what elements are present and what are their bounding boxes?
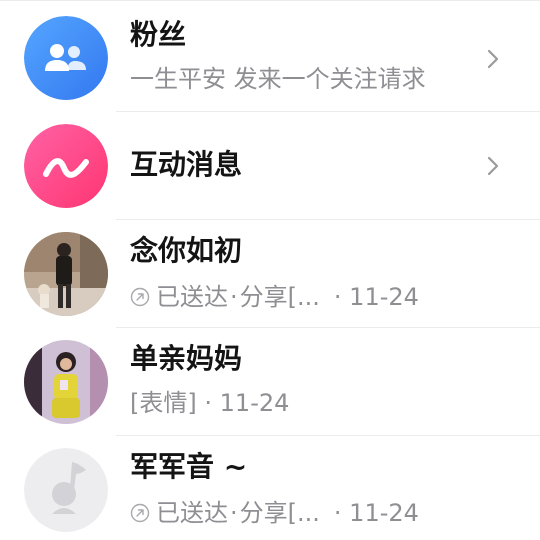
timestamp: 11-24 [349,283,419,311]
delivery-status: 已送达 [156,499,228,527]
time-prefix: · [204,389,213,417]
row-subtitle: [表情] · 11-24 [130,388,289,418]
sent-status-icon [130,503,150,523]
avatar [24,340,108,424]
list-item-interaction[interactable]: 互动消息 [0,112,540,220]
row-subtitle: 已送达·分享[... · 11-24 [130,498,419,528]
row-title: 单亲妈妈 [130,342,243,375]
chevron-right-icon [487,49,499,69]
time-prefix: · [333,499,342,527]
interaction-icon [24,124,108,208]
row-title: 互动消息 [130,148,243,181]
row-title: 粉丝 [130,18,187,51]
sent-status-icon [130,287,150,307]
delivery-status: 已送达 [156,283,228,311]
message-preview: 分享[... [239,499,320,527]
list-item-chat[interactable]: 单亲妈妈 [表情] · 11-24 [0,328,540,436]
separator: · [230,499,238,527]
message-preview: [表情] [130,389,197,417]
top-divider [0,0,540,1]
time-prefix: · [333,283,342,311]
list-item-fans[interactable]: 粉丝 一生平安 发来一个关注请求 [0,4,540,112]
default-avatar-icon [24,448,108,532]
fans-icon [24,16,108,100]
row-subtitle: 已送达·分享[... · 11-24 [130,282,419,312]
row-title: 念你如初 [130,234,243,267]
row-title: 军军音 ~ [130,450,248,483]
timestamp: 11-24 [349,499,419,527]
timestamp: 11-24 [219,389,290,417]
chevron-right-icon [487,156,499,176]
separator: · [230,283,238,311]
row-subtitle: 一生平安 发来一个关注请求 [130,65,426,93]
message-list: 粉丝 一生平安 发来一个关注请求 互动消息 念你如初 已送达·分享[... · … [0,0,540,540]
list-item-chat[interactable]: 军军音 ~ 已送达·分享[... · 11-24 [0,436,540,540]
avatar [24,232,108,316]
message-preview: 分享[... [239,283,320,311]
list-item-chat[interactable]: 念你如初 已送达·分享[... · 11-24 [0,220,540,328]
